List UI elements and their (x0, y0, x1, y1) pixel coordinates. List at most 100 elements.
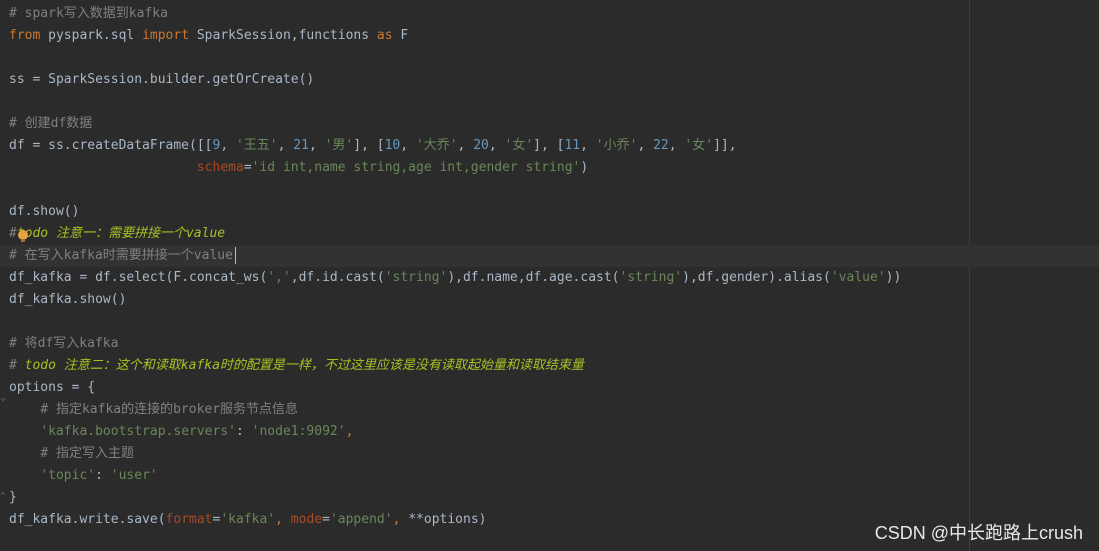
code-token: F (392, 28, 409, 43)
code-token: df = ss.createDataFrame([[ (9, 138, 213, 153)
code-line[interactable]: # todo 注意二：这个和读取kafka时的配置是一样，不过这里应该是没有读取… (9, 355, 584, 377)
right-margin-guide (969, 0, 970, 551)
code-token: '男' (324, 138, 354, 153)
code-token: # 创建df数据 (9, 116, 93, 131)
code-line[interactable]: df = ss.createDataFrame([[9, '王五', 21, '… (9, 135, 737, 157)
lightbulb-icon[interactable] (18, 230, 28, 242)
code-line[interactable]: df_kafka.show() (9, 289, 126, 311)
text-caret (235, 247, 236, 264)
code-line[interactable]: } (9, 487, 17, 509)
code-token: SparkSession,functions (189, 28, 377, 43)
code-token: ),df.name,df.age.cast( (447, 270, 620, 285)
code-line[interactable]: 'topic': 'user' (9, 465, 158, 487)
code-token: 21 (293, 138, 309, 153)
code-token: ], [ (533, 138, 565, 153)
code-line[interactable]: options = { (9, 377, 95, 399)
code-token: , (457, 138, 474, 153)
code-line[interactable]: # 在写入kafka时需要拼接一个value (9, 245, 233, 267)
code-token: # 指定写入主题 (40, 446, 134, 461)
code-token: , (275, 512, 291, 527)
code-line[interactable]: from pyspark.sql import SparkSession,fun… (9, 25, 408, 47)
code-token: 20 (473, 138, 489, 153)
code-token: 'kafka.bootstrap.servers' (40, 424, 236, 439)
code-token: df_kafka.write.save( (9, 512, 166, 527)
code-token: # 在写入kafka时需要拼接一个value (9, 248, 233, 263)
code-token: ], [ (353, 138, 385, 153)
code-line[interactable]: df_kafka = df.select(F.concat_ws(',',df.… (9, 267, 901, 289)
code-token: )) (885, 270, 902, 285)
fold-marker-icon[interactable]: ⌄ (0, 393, 6, 403)
code-token: # (9, 226, 17, 241)
code-token: 'node1:9092' (251, 424, 346, 439)
code-token: 'value' (830, 270, 886, 285)
code-token: todo 注意一：需要拼接一个value (16, 226, 226, 241)
code-token: 'user' (110, 468, 158, 483)
code-line[interactable]: # spark写入数据到kafka (9, 3, 168, 25)
csdn-watermark: CSDN @中长跑路上crush (874, 523, 1083, 543)
code-token: ) (580, 160, 589, 175)
code-line[interactable]: # 将df写入kafka (9, 333, 118, 355)
code-token: ]], (713, 138, 737, 153)
code-token: import (142, 28, 190, 43)
code-token: } (9, 490, 17, 505)
code-token: # 将df写入kafka (9, 336, 119, 351)
code-editor[interactable]: # spark写入数据到kafka from pyspark.sql import… (0, 0, 1099, 551)
code-token: '大乔' (415, 138, 458, 153)
code-token: , (392, 512, 409, 527)
code-token: # 指定kafka的连接的broker服务节点信息 (40, 402, 299, 417)
code-token: 'string' (384, 270, 448, 285)
code-token: '女' (504, 138, 534, 153)
code-line[interactable]: df_kafka.write.save(format = 'kafka', mode… (9, 509, 487, 531)
code-token: , (668, 138, 685, 153)
code-token: 'string' (619, 270, 683, 285)
code-token: '女' (684, 138, 714, 153)
code-token: , (488, 138, 505, 153)
code-token: , (277, 138, 294, 153)
code-token: format (165, 512, 213, 527)
code-token: , (580, 138, 596, 153)
code-token: # (9, 358, 25, 373)
code-token: 10 (384, 138, 401, 153)
code-token: : (235, 424, 252, 439)
code-token: 11 (564, 138, 581, 153)
code-line[interactable]: df.show() (9, 201, 79, 223)
code-token: **options) (408, 512, 487, 527)
code-token: # spark写入数据到kafka (9, 6, 168, 21)
code-token: ss = SparkSession.builder.getOrCreate() (9, 72, 315, 87)
code-token: , (308, 138, 325, 153)
code-token: = (243, 160, 252, 175)
code-line[interactable]: 'kafka.bootstrap.servers': 'node1:9092', (9, 421, 353, 443)
code-token: as (376, 28, 393, 43)
code-token: from (9, 28, 41, 43)
code-token: ,df.id.cast( (290, 270, 385, 285)
code-line[interactable]: ss = SparkSession.builder.getOrCreate() (9, 69, 314, 91)
code-token: 'kafka' (220, 512, 276, 527)
code-token: '小乔' (595, 138, 638, 153)
code-token: '王五' (235, 138, 278, 153)
code-token: mode (290, 512, 323, 527)
code-line[interactable]: schema='id int,name string,age int,gende… (9, 157, 588, 179)
code-token: 'append' (329, 512, 393, 527)
code-token: , (637, 138, 654, 153)
code-line[interactable]: #todo 注意一：需要拼接一个value (9, 223, 225, 245)
code-token: 'topic' (40, 468, 96, 483)
code-line[interactable]: # 指定kafka的连接的broker服务节点信息 (9, 399, 298, 421)
code-line[interactable]: # 指定写入主题 (9, 443, 134, 465)
code-token: todo 注意二：这个和读取kafka时的配置是一样，不过这里应该是没有读取起始… (24, 358, 584, 373)
code-token: df_kafka.show() (9, 292, 127, 307)
code-token: df_kafka = df.select(F.concat_ws( (9, 270, 268, 285)
code-token: 'id int,name string,age int,gender strin… (251, 160, 581, 175)
code-token: schema (196, 160, 244, 175)
code-line[interactable]: # 创建df数据 (9, 113, 92, 135)
code-token: pyspark.sql (40, 28, 143, 43)
code-token: 22 (653, 138, 669, 153)
fold-end-marker-icon[interactable]: ⌃ (0, 492, 6, 502)
code-token: ),df.gender).alias( (682, 270, 831, 285)
code-token: options = { (9, 380, 96, 395)
code-token: , (220, 138, 236, 153)
